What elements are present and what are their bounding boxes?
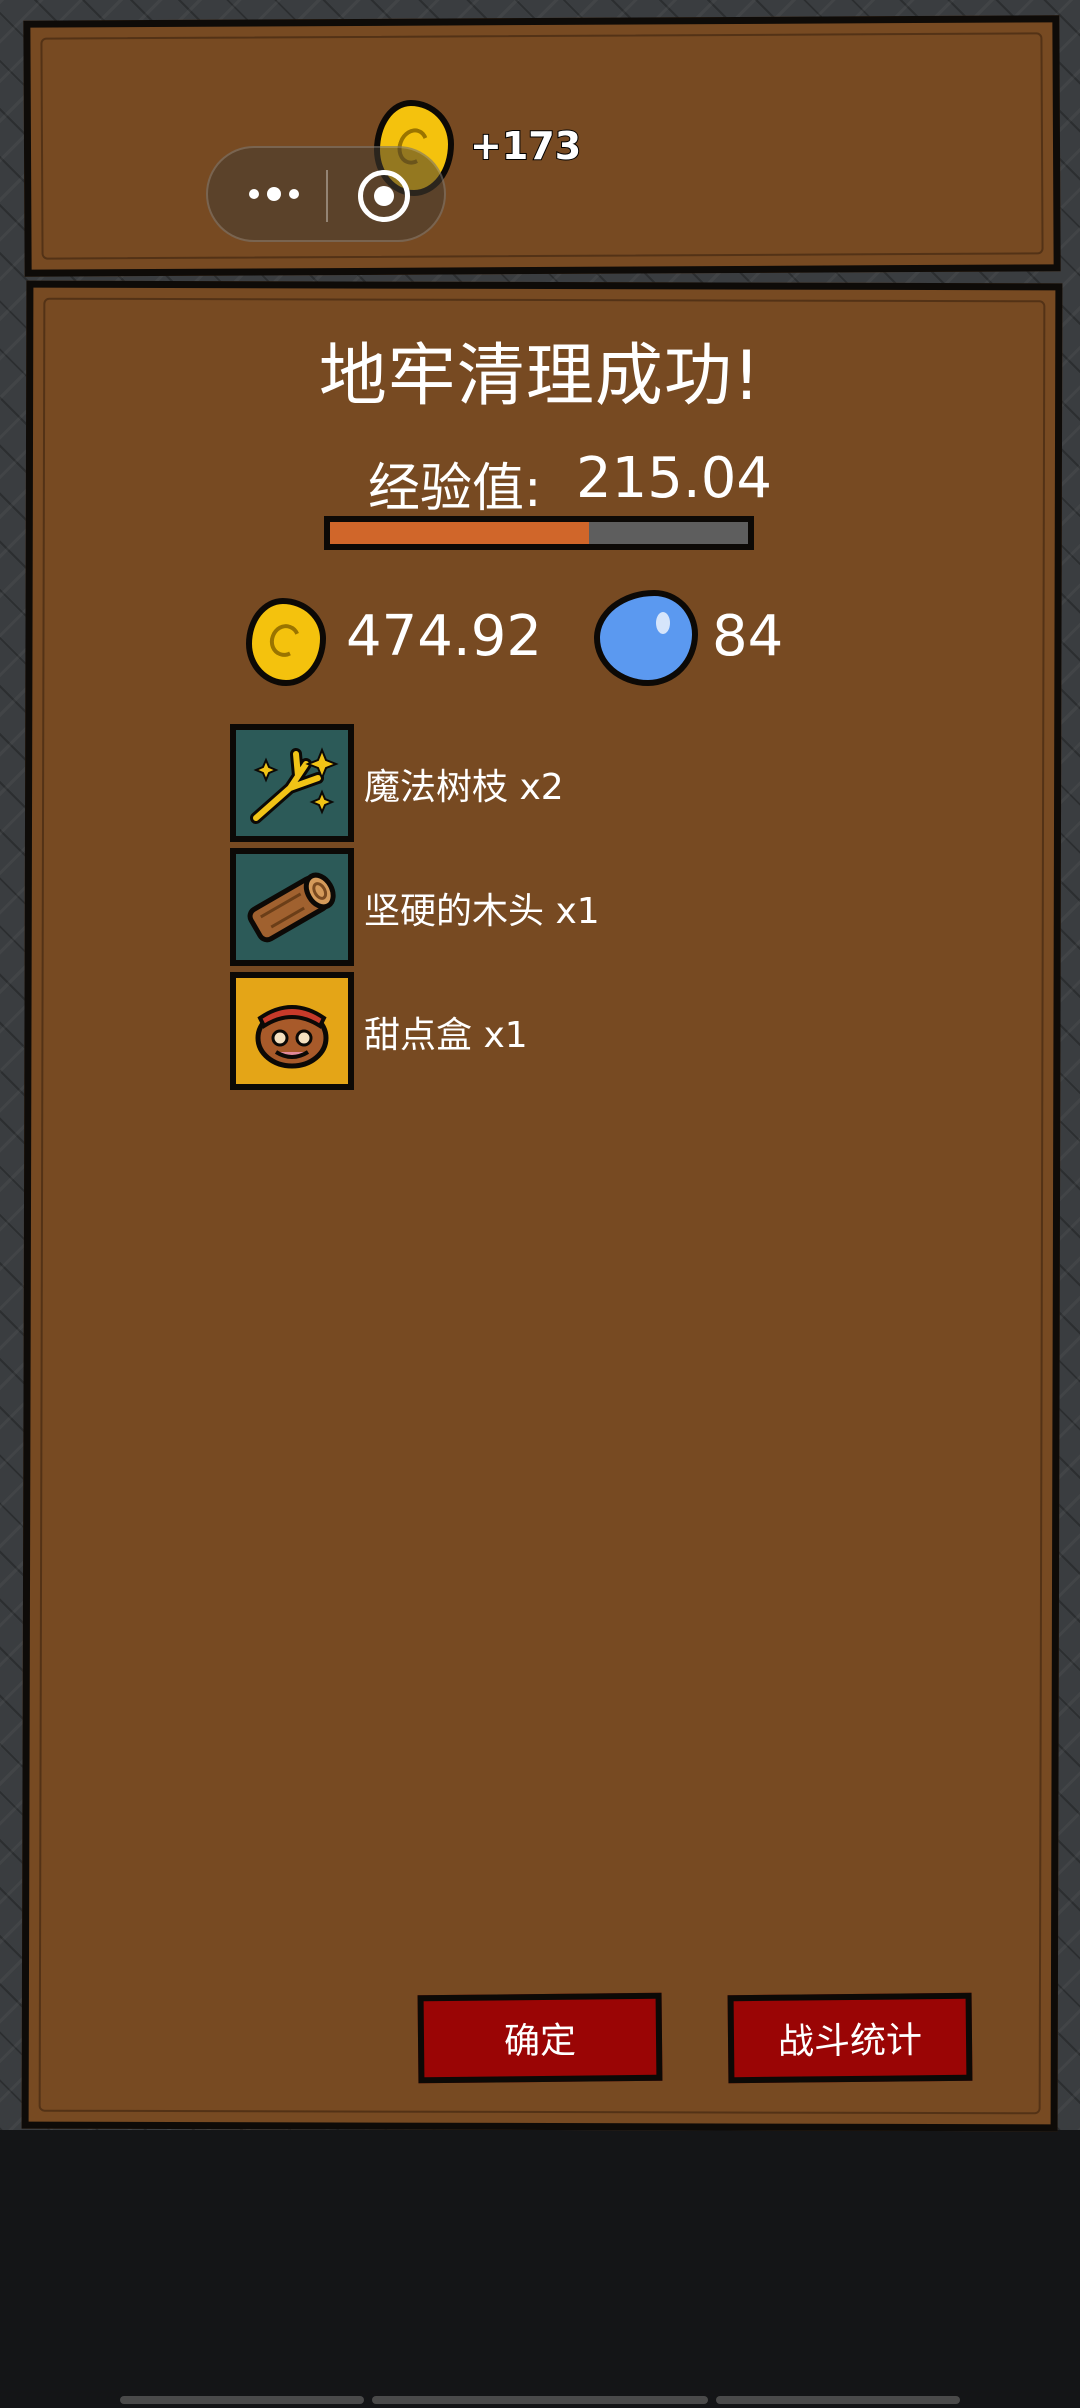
item-slot: [230, 972, 354, 1090]
background-partial-text: [0, 200, 14, 280]
exp-progress-bar: [324, 516, 754, 550]
result-panel: [21, 280, 1063, 2132]
capsule-divider: [326, 170, 328, 222]
dot-icon: [289, 189, 299, 199]
battle-stats-button[interactable]: 战斗统计: [727, 1992, 973, 2084]
item-slot: [230, 724, 354, 842]
reward-item: 甜点盒 x1: [230, 972, 830, 1090]
confirm-button[interactable]: 确定: [417, 1992, 663, 2084]
home-indicator: [372, 2396, 708, 2404]
exp-progress-fill: [330, 522, 590, 544]
gold-reward-amount: 474.92: [346, 604, 542, 669]
home-indicator: [716, 2396, 960, 2404]
more-options-button[interactable]: [236, 168, 312, 220]
gold-gain-text: +173: [469, 123, 582, 169]
reward-item: 魔法树枝 x2: [230, 724, 830, 842]
exp-value: 215.04: [576, 446, 772, 511]
dot-icon: [249, 189, 259, 199]
item-label: 坚硬的木头 x1: [364, 891, 600, 932]
item-label: 魔法树枝 x2: [364, 767, 564, 808]
result-title: 地牢清理成功!: [318, 337, 762, 416]
item-label: 甜点盒 x1: [364, 1015, 528, 1056]
exp-label: 经验值:: [368, 459, 542, 519]
item-slot: [230, 848, 354, 966]
home-indicator: [120, 2396, 364, 2404]
close-miniprogram-icon[interactable]: [358, 170, 410, 222]
dessert-box-icon: [255, 1005, 329, 1069]
gem-reward-amount: 84: [712, 604, 784, 669]
blue-gem-icon: [594, 590, 698, 686]
hard-wood-icon: [247, 872, 336, 943]
magic-branch-icon: [250, 747, 339, 824]
dot-icon: [267, 187, 281, 201]
reward-item: 坚硬的木头 x1: [230, 848, 830, 966]
miniprogram-capsule: [206, 146, 446, 242]
